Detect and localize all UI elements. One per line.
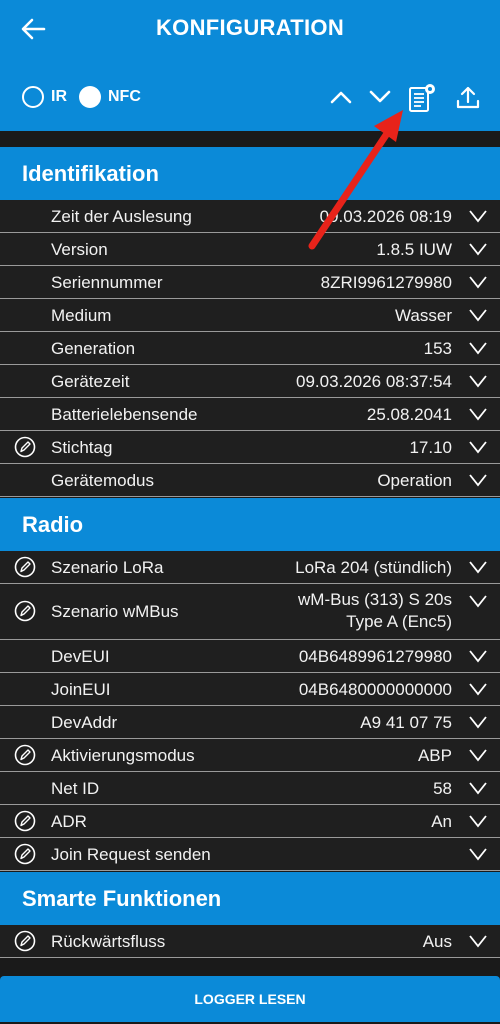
ir-radio[interactable] [22, 86, 44, 108]
row-label: Zeit der Auslesung [51, 207, 192, 226]
chevron-down-icon[interactable] [468, 594, 488, 608]
row-label: Seriennummer [51, 273, 163, 292]
chevron-up-icon[interactable] [329, 88, 353, 106]
row-batterielebensende[interactable]: Batterielebensende 25.08.2041 [0, 398, 500, 431]
ir-radio-label: IR [51, 88, 67, 105]
chevron-down-icon[interactable] [468, 781, 488, 795]
chevron-down-icon[interactable] [468, 814, 488, 828]
row-value: 09.03.2026 08:37:54 [296, 372, 452, 391]
edit-pencil-icon[interactable] [14, 436, 36, 458]
nfc-radio-label: NFC [108, 88, 141, 105]
row-szenario-lora[interactable]: Szenario LoRa LoRa 204 (stündlich) [0, 551, 500, 584]
row-value: Wasser [395, 306, 452, 325]
edit-pencil-icon[interactable] [14, 930, 36, 952]
row-generation[interactable]: Generation 153 [0, 332, 500, 365]
section-identifikation: Identifikation [0, 147, 500, 200]
row-label: Gerätezeit [51, 372, 130, 391]
row-value-line2: Type A (Enc5) [346, 612, 452, 631]
row-geraetezeit[interactable]: Gerätezeit 09.03.2026 08:37:54 [0, 365, 500, 398]
row-value: 04B6480000000000 [298, 680, 452, 699]
chevron-down-icon[interactable] [468, 847, 488, 861]
row-label: Szenario LoRa [51, 558, 164, 577]
row-value: 17.10 [409, 438, 452, 457]
row-value: wM-Bus (313) S 20s [298, 590, 452, 609]
edit-pencil-icon[interactable] [14, 744, 36, 766]
chevron-down-icon[interactable] [468, 934, 488, 948]
row-geraetemodus[interactable]: Gerätemodus Operation [0, 464, 500, 497]
row-version[interactable]: Version 1.8.5 IUW [0, 233, 500, 266]
row-value: A9 41 07 75 [360, 713, 452, 732]
row-devaddr[interactable]: DevAddr A9 41 07 75 [0, 706, 500, 739]
chevron-down-icon[interactable] [468, 473, 488, 487]
chevron-down-icon[interactable] [368, 88, 392, 106]
row-aktivierungsmodus[interactable]: Aktivierungsmodus ABP [0, 739, 500, 772]
row-label: JoinEUI [51, 680, 111, 699]
chevron-down-icon[interactable] [468, 560, 488, 574]
row-value: 8ZRI9961279980 [320, 273, 452, 292]
row-label: Aktivierungsmodus [51, 746, 195, 765]
edit-pencil-icon[interactable] [14, 556, 36, 578]
row-net-id[interactable]: Net ID 58 [0, 772, 500, 805]
row-label: Generation [51, 339, 136, 358]
row-value: 1.8.5 IUW [376, 240, 452, 259]
row-label: Medium [51, 306, 112, 325]
chevron-down-icon[interactable] [468, 649, 488, 663]
row-value: 153 [423, 339, 452, 358]
chevron-down-icon[interactable] [468, 748, 488, 762]
row-zeit-der-auslesung[interactable]: Zeit der Auslesung 09.03.2026 08:19 [0, 200, 500, 233]
chevron-down-icon[interactable] [468, 440, 488, 454]
row-value: ABP [417, 746, 452, 765]
row-label: Join Request senden [51, 845, 211, 864]
row-stichtag[interactable]: Stichtag 17.10 [0, 431, 500, 464]
edit-pencil-icon[interactable] [14, 810, 36, 832]
row-label: Version [51, 240, 108, 259]
section-smarte-funktionen: Smarte Funktionen [0, 872, 500, 925]
row-value: 25.08.2041 [366, 405, 452, 424]
row-label: Batterielebensende [51, 405, 198, 424]
row-seriennummer[interactable]: Seriennummer 8ZRI9961279980 [0, 266, 500, 299]
row-label: Rückwärtsfluss [51, 932, 166, 951]
edit-pencil-icon[interactable] [14, 600, 36, 622]
row-label: Szenario wMBus [51, 602, 179, 621]
chevron-down-icon[interactable] [468, 242, 488, 256]
row-join-request-senden[interactable]: Join Request senden [0, 838, 500, 871]
row-label: Gerätemodus [51, 471, 154, 490]
row-adr[interactable]: ADR An [0, 805, 500, 838]
section-radio: Radio [0, 498, 500, 551]
chevron-down-icon[interactable] [468, 682, 488, 696]
chevron-down-icon[interactable] [468, 275, 488, 289]
logger-lesen-button[interactable]: LOGGER LESEN [0, 976, 500, 1022]
app-header: KONFIGURATION IR NFC [0, 0, 500, 131]
row-value: 58 [433, 779, 452, 798]
row-label: Net ID [51, 779, 100, 798]
chevron-down-icon[interactable] [468, 341, 488, 355]
row-value: Operation [377, 471, 452, 490]
row-medium[interactable]: Medium Wasser [0, 299, 500, 332]
chevron-down-icon[interactable] [468, 209, 488, 223]
row-deveui[interactable]: DevEUI 04B6489961279980 [0, 640, 500, 673]
upload-icon[interactable] [455, 84, 481, 110]
mode-selector: IR NFC [22, 86, 153, 108]
chevron-down-icon[interactable] [468, 715, 488, 729]
chevron-down-icon[interactable] [468, 407, 488, 421]
chevron-down-icon[interactable] [468, 374, 488, 388]
nfc-radio[interactable] [79, 86, 101, 108]
page-title: KONFIGURATION [155, 15, 345, 40]
edit-pencil-icon[interactable] [14, 843, 36, 865]
row-value: 04B6489961279980 [298, 647, 452, 666]
row-label: DevAddr [51, 713, 118, 732]
row-value: Aus [422, 932, 452, 951]
row-label: ADR [51, 812, 87, 831]
row-value: An [431, 812, 452, 831]
row-label: Stichtag [51, 438, 113, 457]
row-value: LoRa 204 (stündlich) [295, 558, 452, 577]
document-config-icon[interactable] [406, 82, 438, 114]
row-szenario-wmbus[interactable]: Szenario wMBus wM-Bus (313) S 20s Type A… [0, 584, 500, 640]
chevron-down-icon[interactable] [468, 308, 488, 322]
row-value: 09.03.2026 08:19 [319, 207, 452, 226]
row-rueckwaertsfluss[interactable]: Rückwärtsfluss Aus [0, 925, 500, 958]
row-label: DevEUI [51, 647, 110, 666]
row-joineui[interactable]: JoinEUI 04B6480000000000 [0, 673, 500, 706]
